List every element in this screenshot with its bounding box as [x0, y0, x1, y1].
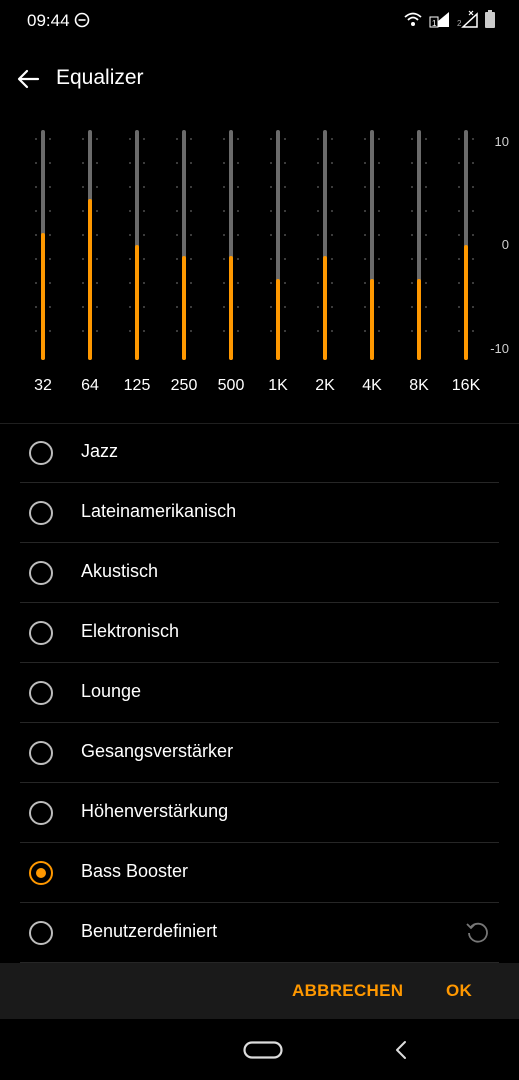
status-time: 09:44 [27, 11, 70, 30]
signal-icon: 1 [429, 12, 449, 28]
reset-icon[interactable] [465, 919, 491, 945]
eq-band-level [464, 245, 468, 360]
eq-band-slider[interactable] [114, 130, 160, 360]
preset-label: Lounge [81, 681, 142, 701]
battery-icon [485, 10, 495, 28]
preset-radio[interactable] [29, 441, 53, 465]
preset-item[interactable]: Jazz [0, 423, 519, 483]
eq-band-slider[interactable] [302, 130, 348, 360]
preset-label: Benutzerdefiniert [81, 921, 218, 941]
eq-band-slider[interactable] [67, 130, 113, 360]
preset-item[interactable]: Elektronisch [0, 603, 519, 663]
eq-band-level [370, 279, 374, 360]
preset-radio[interactable] [29, 921, 53, 945]
preset-label: Bass Booster [81, 861, 189, 881]
preset-label: Höhenverstärkung [81, 801, 229, 821]
preset-label: Jazz [81, 441, 119, 461]
eq-band-level [229, 256, 233, 360]
preset-radio[interactable] [29, 561, 53, 585]
eq-band-label: 500 [217, 377, 245, 394]
back-button[interactable] [14, 64, 44, 94]
eq-band-label: 32 [34, 377, 52, 394]
eq-band-level [276, 279, 280, 360]
preset-label: Gesangsverstärker [81, 741, 234, 761]
eq-band-slider[interactable] [396, 130, 442, 360]
eq-band-label: 16K [451, 377, 481, 394]
eq-band-slider[interactable] [161, 130, 207, 360]
svg-text:2: 2 [457, 19, 462, 28]
eq-band-slider[interactable] [255, 130, 301, 360]
dialog-action-bar: ABBRECHEN OK [0, 963, 519, 1019]
app-bar: Equalizer [0, 50, 519, 106]
eq-band-level [182, 256, 186, 360]
scale-top-label: 10 [494, 134, 509, 149]
eq-band-label: 4K [362, 377, 382, 394]
preset-item[interactable]: Akustisch [0, 543, 519, 603]
preset-item[interactable]: Benutzerdefiniert [0, 903, 519, 963]
eq-band-level [41, 233, 45, 360]
back-arrow-icon [17, 69, 40, 89]
scale-bottom-label: -10 [490, 341, 509, 356]
svg-text:1: 1 [432, 19, 437, 28]
eq-band-label: 250 [170, 377, 198, 394]
wifi-icon [404, 12, 422, 26]
preset-item[interactable]: Gesangsverstärker [0, 723, 519, 783]
eq-band-level [135, 245, 139, 360]
ok-button[interactable]: OK [446, 981, 472, 1001]
cancel-button[interactable]: ABBRECHEN [292, 981, 403, 1001]
signal-icon-2: 2 [457, 10, 478, 28]
scale-mid-label: 0 [501, 237, 509, 252]
nav-back-icon[interactable] [393, 1039, 409, 1061]
preset-item[interactable]: Bass Booster [0, 843, 519, 903]
preset-item[interactable]: Lateinamerikanisch [0, 483, 519, 543]
preset-label: Lateinamerikanisch [81, 501, 237, 521]
preset-item[interactable]: Lounge [0, 663, 519, 723]
eq-band-level [417, 279, 421, 360]
navigation-bar [0, 1019, 519, 1080]
page-title: Equalizer [56, 66, 144, 89]
preset-label: Elektronisch [81, 621, 180, 641]
eq-band-label: 2K [315, 377, 335, 394]
status-bar: 09:44 1 2 [0, 0, 519, 40]
eq-band-label: 8K [409, 377, 429, 394]
eq-band-slider[interactable] [443, 130, 489, 360]
eq-band-label: 64 [81, 377, 99, 394]
dnd-icon [74, 12, 90, 28]
preset-radio[interactable] [29, 501, 53, 525]
preset-radio[interactable] [29, 861, 53, 885]
status-icons: 1 2 [403, 10, 495, 28]
preset-radio[interactable] [29, 681, 53, 705]
eq-band-label: 1K [268, 377, 288, 394]
eq-band-label: 125 [123, 377, 151, 394]
home-pill-icon[interactable] [243, 1041, 283, 1059]
eq-band-level [88, 199, 92, 360]
preset-radio[interactable] [29, 741, 53, 765]
preset-item[interactable]: Höhenverstärkung [0, 783, 519, 843]
preset-radio[interactable] [29, 801, 53, 825]
preset-radio[interactable] [29, 621, 53, 645]
eq-band-slider[interactable] [20, 130, 66, 360]
eq-band-level [323, 256, 327, 360]
equalizer-panel: 10 0 -10 32 64 125 250 500 1K 2K 4K 8K 16K [0, 120, 519, 400]
eq-band-slider[interactable] [349, 130, 395, 360]
eq-band-slider[interactable] [208, 130, 254, 360]
preset-label: Akustisch [81, 561, 159, 581]
